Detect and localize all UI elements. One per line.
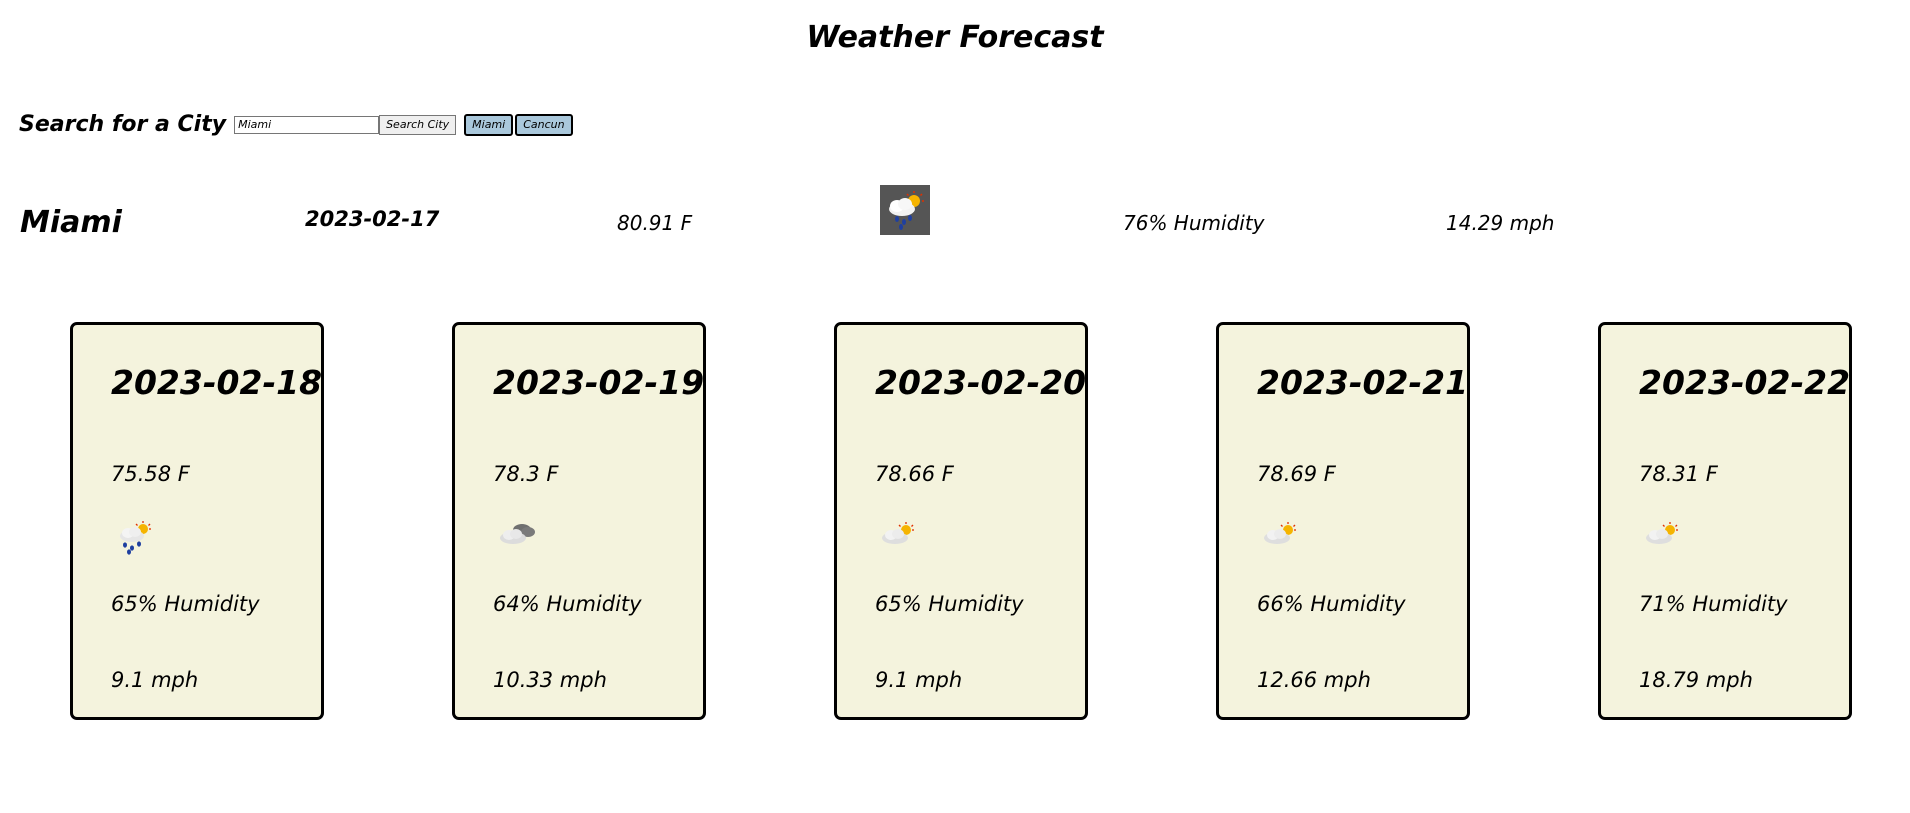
weather-app: Weather Forecast Search for a City Searc… [0, 0, 1910, 813]
forecast-card: 2023-02-19 78.3 F 64% Humidity 10.33 mph [452, 322, 706, 720]
partly-cloudy-icon [1641, 519, 1685, 555]
current-wind: 14.29 mph [1446, 211, 1555, 235]
current-date: 2023-02-17 [305, 207, 440, 231]
forecast-date: 2023-02-19 [493, 363, 705, 402]
forecast-wind: 12.66 mph [1257, 668, 1371, 692]
search-city-button[interactable]: Search City [379, 114, 457, 135]
partly-cloudy-icon [1259, 519, 1303, 555]
forecast-temperature: 78.66 F [875, 462, 954, 486]
search-bar: Search for a City Search City Miami Canc… [19, 112, 573, 137]
forecast-date: 2023-02-22 [1639, 363, 1851, 402]
forecast-card: 2023-02-21 78.69 F 66% Humidity 12.66 mp… [1216, 322, 1470, 720]
forecast-card: 2023-02-20 78.66 F 65% Humidity 9.1 mph [834, 322, 1088, 720]
current-weather: Miami 2023-02-17 80.91 F 76% Humidity 14… [0, 185, 1910, 245]
forecast-temperature: 78.31 F [1639, 462, 1718, 486]
forecast-humidity: 66% Humidity [1257, 592, 1406, 616]
current-temperature: 80.91 F [617, 211, 693, 235]
forecast-card: 2023-02-22 78.31 F 71% Humidity 18.79 mp… [1598, 322, 1852, 720]
forecast-temperature: 75.58 F [111, 462, 190, 486]
forecast-wind: 18.79 mph [1639, 668, 1753, 692]
city-search-input[interactable] [234, 115, 380, 134]
forecast-humidity: 65% Humidity [875, 592, 1024, 616]
current-humidity: 76% Humidity [1123, 211, 1265, 235]
forecast-card: 2023-02-18 75.58 F 65% Humidity 9.1 mph [70, 322, 324, 720]
forecast-wind: 9.1 mph [875, 668, 963, 692]
forecast-humidity: 71% Humidity [1639, 592, 1788, 616]
forecast-humidity: 65% Humidity [111, 592, 260, 616]
page-title: Weather Forecast [806, 20, 1104, 55]
forecast-wind: 10.33 mph [493, 668, 607, 692]
current-city: Miami [20, 205, 122, 240]
search-label: Search for a City [19, 112, 227, 137]
forecast-date: 2023-02-21 [1257, 363, 1469, 402]
forecast-temperature: 78.69 F [1257, 462, 1336, 486]
forecast-date: 2023-02-18 [111, 363, 323, 402]
history-button-miami[interactable]: Miami [464, 113, 514, 136]
history-button-cancun[interactable]: Cancun [515, 113, 573, 136]
partly-cloudy-icon [877, 519, 921, 555]
cloudy-icon [495, 519, 539, 555]
rain-sun-icon [880, 185, 930, 235]
forecast-temperature: 78.3 F [493, 462, 559, 486]
forecast-date: 2023-02-20 [875, 363, 1087, 402]
forecast-humidity: 64% Humidity [493, 592, 642, 616]
forecast-wind: 9.1 mph [111, 668, 199, 692]
rain-sun-icon [113, 519, 157, 555]
